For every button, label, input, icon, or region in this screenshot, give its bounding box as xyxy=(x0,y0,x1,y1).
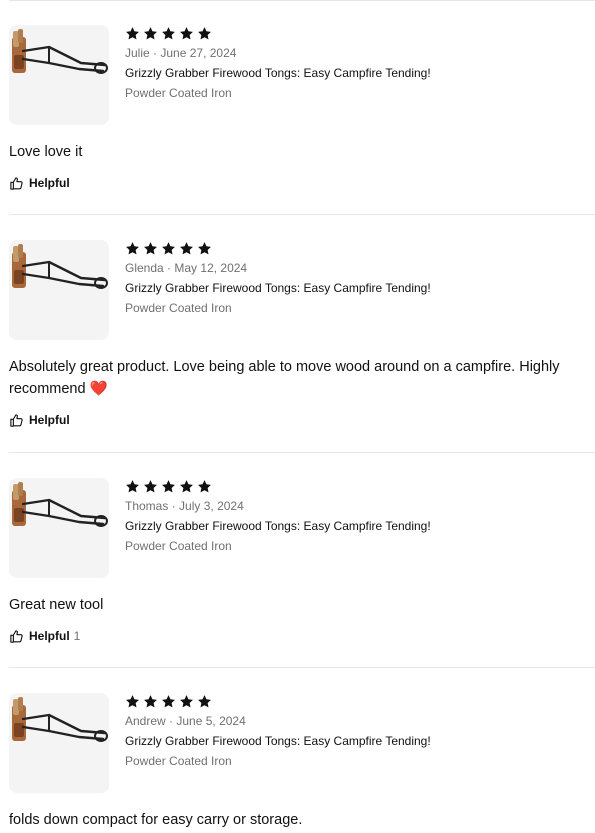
star-rating xyxy=(125,26,431,41)
product-name: Grizzly Grabber Firewood Tongs: Easy Cam… xyxy=(125,519,431,533)
star-icon xyxy=(197,694,212,709)
helpful-count: 1 xyxy=(73,629,81,643)
review-author: Thomas xyxy=(125,499,169,513)
thumbs-up-icon xyxy=(9,413,24,428)
byline-separator: · xyxy=(171,499,176,513)
byline-separator: · xyxy=(167,261,172,275)
review-body: folds down compact for easy carry or sto… xyxy=(9,812,303,828)
review-text: folds down compact for easy carry or sto… xyxy=(9,809,595,831)
review-text: Great new tool xyxy=(9,594,595,616)
product-variant: Powder Coated Iron xyxy=(125,86,232,100)
review-text: Absolutely great product. Love being abl… xyxy=(9,356,595,400)
review-meta: Thomas · July 3, 2024 Grizzly Grabber Fi… xyxy=(125,478,431,553)
byline-separator: · xyxy=(169,714,174,728)
star-icon xyxy=(143,241,158,256)
product-variant: Powder Coated Iron xyxy=(125,754,232,768)
thumbs-up-icon xyxy=(9,176,24,191)
helpful-button[interactable]: Helpful 1 xyxy=(9,628,80,644)
star-icon xyxy=(125,26,140,41)
star-icon xyxy=(125,479,140,494)
product-thumbnail[interactable] xyxy=(9,478,109,578)
review-byline: Andrew · June 5, 2024 xyxy=(125,714,431,728)
product-thumbnail[interactable] xyxy=(9,693,109,793)
thumbs-up-icon xyxy=(9,629,24,644)
product-name: Grizzly Grabber Firewood Tongs: Easy Cam… xyxy=(125,66,431,80)
star-icon xyxy=(161,241,176,256)
review-divider xyxy=(9,452,595,453)
review-byline: Thomas · July 3, 2024 xyxy=(125,499,431,513)
star-icon xyxy=(143,26,158,41)
helpful-button[interactable]: Helpful xyxy=(9,412,74,428)
product-name: Grizzly Grabber Firewood Tongs: Easy Cam… xyxy=(125,734,431,748)
review-card: Glenda · May 12, 2024 Grizzly Grabber Fi… xyxy=(9,240,595,428)
star-rating xyxy=(125,241,431,256)
review-header: Andrew · June 5, 2024 Grizzly Grabber Fi… xyxy=(9,693,595,793)
helpful-label: Helpful xyxy=(29,629,70,643)
review-date: May 12, 2024 xyxy=(174,261,248,275)
helpful-label: Helpful xyxy=(29,413,70,427)
review-byline: Julie · June 27, 2024 xyxy=(125,46,431,60)
star-icon xyxy=(161,26,176,41)
star-icon xyxy=(179,26,194,41)
review-body: Love love it xyxy=(9,144,83,160)
star-icon xyxy=(197,26,212,41)
review-header: Thomas · July 3, 2024 Grizzly Grabber Fi… xyxy=(9,478,595,578)
review-card: Julie · June 27, 2024 Grizzly Grabber Fi… xyxy=(9,25,595,191)
star-icon xyxy=(197,479,212,494)
review-date: June 5, 2024 xyxy=(176,714,246,728)
review-card: Thomas · July 3, 2024 Grizzly Grabber Fi… xyxy=(9,478,595,644)
star-icon xyxy=(143,479,158,494)
star-icon xyxy=(179,479,194,494)
product-variant: Powder Coated Iron xyxy=(125,301,232,315)
star-rating xyxy=(125,694,431,709)
product-thumbnail[interactable] xyxy=(9,25,109,125)
star-icon xyxy=(161,694,176,709)
review-meta: Julie · June 27, 2024 Grizzly Grabber Fi… xyxy=(125,25,431,100)
review-divider xyxy=(9,667,595,668)
review-divider xyxy=(9,214,595,215)
helpful-label: Helpful xyxy=(29,176,70,190)
review-date: July 3, 2024 xyxy=(179,499,244,513)
star-icon xyxy=(125,694,140,709)
review-byline: Glenda · May 12, 2024 xyxy=(125,261,431,275)
review-author: Glenda xyxy=(125,261,164,275)
review-text: Love love it xyxy=(9,141,595,163)
product-variant: Powder Coated Iron xyxy=(125,539,232,553)
star-icon xyxy=(179,694,194,709)
review-header: Julie · June 27, 2024 Grizzly Grabber Fi… xyxy=(9,25,595,125)
helpful-button[interactable]: Helpful xyxy=(9,175,74,191)
review-card: Andrew · June 5, 2024 Grizzly Grabber Fi… xyxy=(9,693,595,831)
star-icon xyxy=(161,479,176,494)
star-icon xyxy=(179,241,194,256)
top-divider xyxy=(9,0,595,1)
review-body: Great new tool xyxy=(9,597,104,613)
review-meta: Glenda · May 12, 2024 Grizzly Grabber Fi… xyxy=(125,240,431,315)
review-date: June 27, 2024 xyxy=(160,46,237,60)
byline-separator: · xyxy=(153,46,158,60)
star-icon xyxy=(197,241,212,256)
review-author: Andrew xyxy=(125,714,166,728)
review-author: Julie xyxy=(125,46,150,60)
review-meta: Andrew · June 5, 2024 Grizzly Grabber Fi… xyxy=(125,693,431,768)
heart-emoji: ❤️ xyxy=(89,381,108,397)
product-name: Grizzly Grabber Firewood Tongs: Easy Cam… xyxy=(125,281,431,295)
star-icon xyxy=(125,241,140,256)
star-rating xyxy=(125,479,431,494)
star-icon xyxy=(143,694,158,709)
product-thumbnail[interactable] xyxy=(9,240,109,340)
review-header: Glenda · May 12, 2024 Grizzly Grabber Fi… xyxy=(9,240,595,340)
